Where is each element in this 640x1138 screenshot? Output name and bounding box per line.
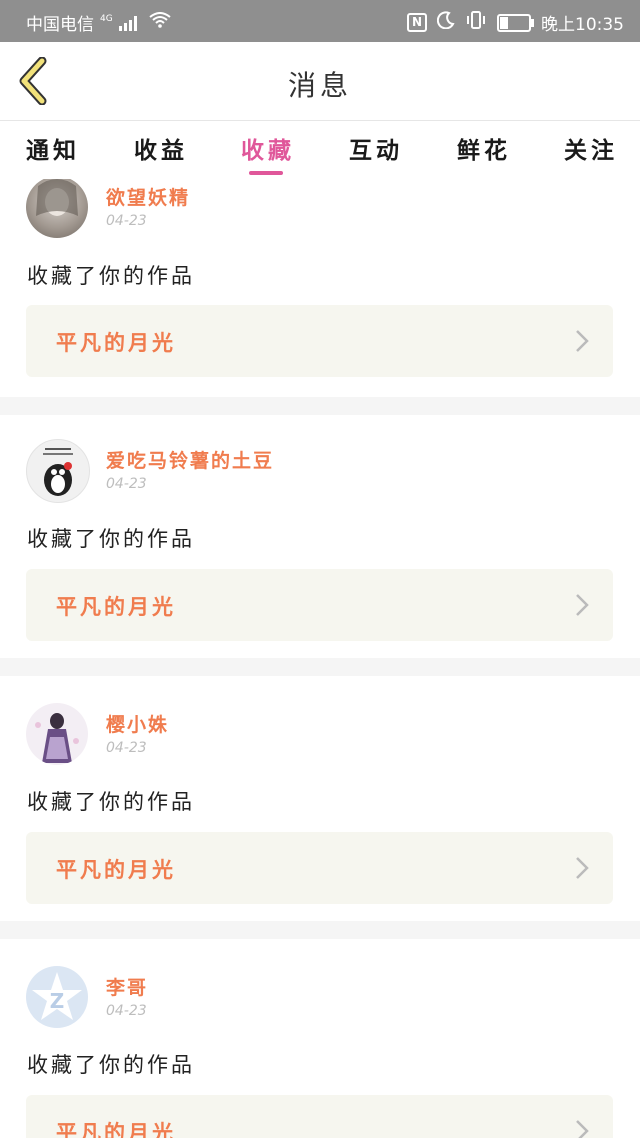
battery-icon xyxy=(497,13,534,32)
work-link[interactable]: 平凡的月光 xyxy=(26,1095,613,1138)
tab-following[interactable]: 关注 xyxy=(564,131,618,165)
tab-notifications[interactable]: 通知 xyxy=(26,131,80,165)
tab-flowers[interactable]: 鲜花 xyxy=(457,131,511,165)
action-text: 收藏了你的作品 xyxy=(27,264,195,288)
username[interactable]: 李哥 xyxy=(106,973,148,1000)
moon-icon xyxy=(436,11,455,34)
action-text: 收藏了你的作品 xyxy=(27,527,195,551)
divider xyxy=(0,921,640,939)
clock: 晚上10:35 xyxy=(541,15,624,35)
list-item: 欲望妖精 04-23 收藏了你的作品 平凡的月光 xyxy=(0,179,640,397)
divider xyxy=(0,658,640,676)
vibrate-icon xyxy=(465,11,487,34)
avatar[interactable] xyxy=(26,703,88,765)
date: 04-23 xyxy=(106,476,147,492)
date: 04-23 xyxy=(106,1003,147,1019)
list-item: Z 李哥 04-23 收藏了你的作品 平凡的月光 xyxy=(0,939,640,1138)
username[interactable]: 爱吃马铃薯的土豆 xyxy=(106,446,274,473)
header: 消息 xyxy=(0,42,640,121)
list-item: 樱小姝 04-23 收藏了你的作品 平凡的月光 xyxy=(0,676,640,922)
page-title: 消息 xyxy=(287,69,352,102)
work-link[interactable]: 平凡的月光 xyxy=(26,305,613,377)
status-bar: 中国电信 4G N 晚上10:35 xyxy=(0,0,640,42)
favorites-feed: 欲望妖精 04-23 收藏了你的作品 平凡的月光 爱吃马铃薯的土豆 04-23 … xyxy=(0,179,640,1138)
date: 04-23 xyxy=(106,740,147,756)
work-title: 平凡的月光 xyxy=(56,595,176,619)
username[interactable]: 樱小姝 xyxy=(106,710,169,737)
tab-earnings[interactable]: 收益 xyxy=(134,131,188,165)
tab-bar: 通知 收益 收藏 互动 鲜花 关注 xyxy=(0,121,640,179)
action-text: 收藏了你的作品 xyxy=(27,1053,195,1077)
tab-favorites[interactable]: 收藏 xyxy=(241,131,295,165)
chevron-right-icon xyxy=(576,330,589,352)
avatar[interactable] xyxy=(26,179,88,238)
work-title: 平凡的月光 xyxy=(56,331,176,355)
work-link[interactable]: 平凡的月光 xyxy=(26,569,613,641)
tab-interactions[interactable]: 互动 xyxy=(349,131,403,165)
username[interactable]: 欲望妖精 xyxy=(106,183,190,210)
chevron-right-icon xyxy=(576,857,589,879)
signal-icon xyxy=(118,15,137,31)
active-tab-indicator xyxy=(249,171,283,175)
carrier-info: 中国电信 4G xyxy=(26,10,171,35)
work-link[interactable]: 平凡的月光 xyxy=(26,832,613,904)
carrier-name: 中国电信 xyxy=(26,15,94,35)
chevron-right-icon xyxy=(576,1120,589,1138)
avatar[interactable] xyxy=(26,439,90,503)
avatar[interactable]: Z xyxy=(26,966,88,1028)
work-title: 平凡的月光 xyxy=(56,1121,176,1138)
list-item: 爱吃马铃薯的土豆 04-23 收藏了你的作品 平凡的月光 xyxy=(0,415,640,661)
date: 04-23 xyxy=(106,213,147,229)
svg-text:Z: Z xyxy=(50,989,65,1013)
work-title: 平凡的月光 xyxy=(56,858,176,882)
divider xyxy=(0,397,640,415)
action-text: 收藏了你的作品 xyxy=(27,790,195,814)
wifi-icon xyxy=(149,12,171,33)
nfc-icon: N xyxy=(406,13,427,32)
status-icons: N 晚上10:35 xyxy=(406,10,624,35)
chevron-right-icon xyxy=(576,594,589,616)
network-type: 4G xyxy=(100,13,113,24)
